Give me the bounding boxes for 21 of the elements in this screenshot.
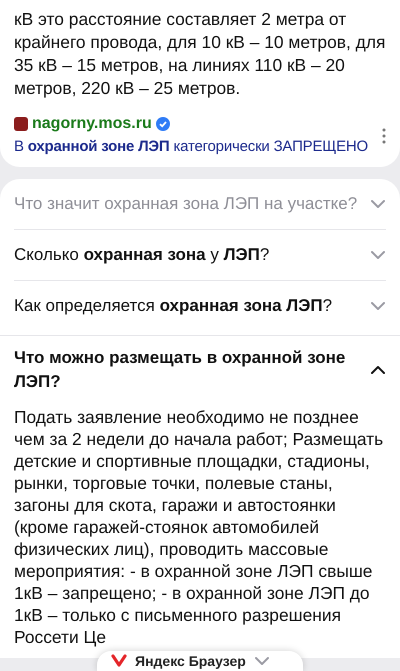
question-text: Сколько охранная зона у ЛЭП? bbox=[14, 244, 270, 266]
logo-icon bbox=[111, 654, 127, 668]
chevron-down-icon bbox=[254, 656, 270, 666]
question-row[interactable]: Что можно размещать в охранной зоне ЛЭП? bbox=[0, 336, 400, 402]
chevron-up-icon bbox=[370, 365, 386, 375]
chevron-down-icon bbox=[370, 250, 386, 260]
chevron-down-icon bbox=[370, 199, 386, 209]
prompt-label: Яндекс Браузер bbox=[135, 653, 246, 669]
site-favicon-icon bbox=[14, 117, 28, 131]
more-options-icon[interactable] bbox=[382, 128, 386, 144]
answer-text: кВ это расстояние составляет 2 метра от крайнего провода, для 10 кВ – 10 метров, для 35 кВ – 15 метров, на линиях 110 кВ – 20 метров, 220 кВ – 25 метров. bbox=[14, 8, 386, 100]
chevron-down-icon bbox=[370, 301, 386, 311]
question-text: Что можно размещать в охранной зоне ЛЭП? bbox=[14, 347, 346, 393]
question-row[interactable]: Сколько охранная зона у ЛЭП? bbox=[14, 230, 386, 280]
question-answer-text: Подать заявление необходимо не позднее чем за 2 недели до начала работ; Размещать детские и спортивные площадки, стадионы, рынки, торговые точки, полевые станы, загоны для скота, гаражи и автостоянки (кроме гаражей-стоянок автомобилей физических лиц), проводить массовые мероприятия: - в охранной зоне ЛЭП свыше 1кВ – запрещено; - в охранной зоне ЛЭП до 1кВ – только с письменного разрешения Россети Це bbox=[13, 406, 384, 648]
question-row[interactable]: Как определяется охранная зона ЛЭП? bbox=[14, 281, 386, 331]
question-text: Как определяется охранная зона ЛЭП? bbox=[14, 295, 332, 317]
browser-prompt[interactable]: Яндекс Браузер bbox=[97, 651, 303, 671]
snippet-link[interactable]: В охранной зоне ЛЭП категорически ЗАПРЕЩЕНО bbox=[14, 137, 382, 157]
question-text: Что значит охранная зона ЛЭП на участке? bbox=[14, 193, 358, 215]
source-link[interactable]: nagorny.mos.ru bbox=[32, 114, 152, 134]
